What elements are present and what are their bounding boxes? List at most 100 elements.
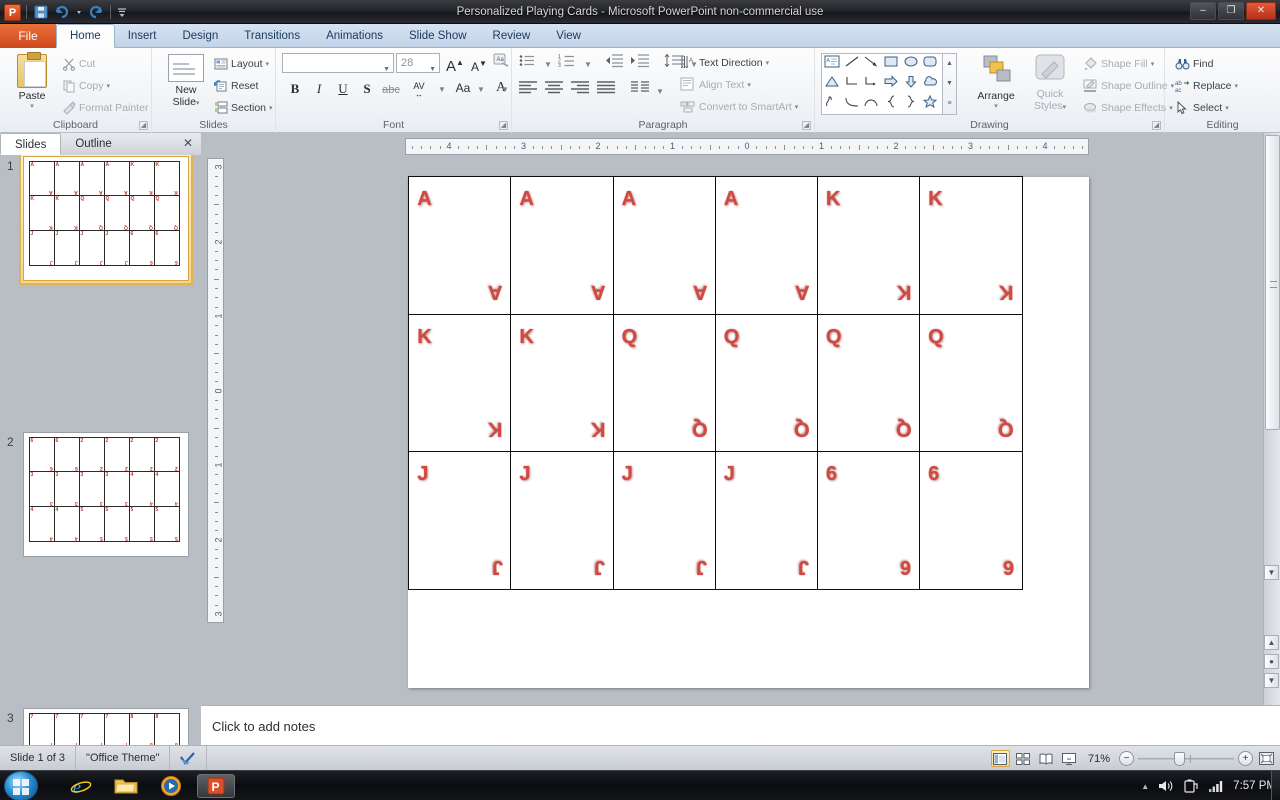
playing-card[interactable]: QQ [816,313,921,453]
tab-outline[interactable]: Outline [61,133,125,155]
shape-rounded-rect-icon[interactable] [922,55,942,74]
shape-scribble-icon[interactable] [824,95,844,114]
battery-icon[interactable] [1183,779,1199,793]
playing-card[interactable]: JJ [408,450,512,590]
shape-line-icon[interactable] [844,55,864,74]
format-painter-button[interactable]: Format Painter [62,99,148,116]
shape-cloud-icon[interactable] [922,75,942,94]
strikethrough-button[interactable]: abc [380,80,402,101]
underline-button[interactable]: U [332,78,354,99]
playing-card[interactable]: KK [510,313,615,453]
playing-card[interactable]: QQ [714,313,819,453]
text-shadow-button[interactable]: S [356,78,378,99]
cut-button[interactable]: Cut [62,55,95,72]
layout-caret-icon[interactable]: ▾ [266,60,270,68]
paste-caret-icon[interactable]: ▾ [8,102,56,110]
character-spacing-button[interactable]: AV ↔ [404,78,434,99]
reset-button[interactable]: Reset [214,77,258,94]
numbering-button[interactable]: 123 [558,53,582,74]
decrease-indent-button[interactable] [604,53,628,74]
start-button[interactable] [4,771,38,800]
text-direction-caret-icon[interactable]: ▾ [766,59,770,67]
tab-transitions[interactable]: Transitions [231,24,313,48]
section-button[interactable]: Section ▾ [214,99,273,116]
horizontal-ruler[interactable]: 4 3 2 1 0 1 2 3 4 [405,138,1089,155]
copy-button[interactable]: Copy ▾ [62,77,110,94]
font-size-chevron-down-icon[interactable]: ▼ [429,61,436,79]
clear-formatting-button[interactable]: Aa [492,52,514,73]
clipboard-dialog-launcher[interactable]: ◢ [139,121,148,130]
zoom-slider[interactable] [1138,751,1234,766]
close-pane-icon[interactable]: ✕ [181,136,195,150]
tab-insert[interactable]: Insert [115,24,170,48]
quick-styles-button[interactable]: Quick Styles▾ [1023,52,1077,112]
smartart-caret-icon[interactable]: ▾ [795,103,799,111]
shape-curve-icon[interactable] [844,95,864,114]
slide-sorter-view-button[interactable] [1014,750,1033,767]
shape-triangle-icon[interactable] [824,75,844,94]
playing-card[interactable]: KK [919,176,1023,316]
redo-icon[interactable] [87,3,105,21]
slide-thumbnail-2[interactable]: 2 666622222222333333334444444455555555 [0,431,201,571]
increase-indent-button[interactable] [630,53,654,74]
spellcheck-icon[interactable] [170,745,208,771]
reading-view-button[interactable] [1037,750,1056,767]
shrink-font-button[interactable]: A▼ [468,53,490,74]
justify-button[interactable] [596,80,622,101]
scrollbar-thumb[interactable] [1265,135,1280,430]
slide-navigation-dot[interactable]: ● [1264,654,1279,669]
shapes-gallery[interactable]: A [821,53,943,115]
playing-card[interactable]: AA [408,176,512,316]
shape-textbox-icon[interactable]: A [824,55,844,74]
tab-slides[interactable]: Slides [0,133,62,155]
fit-slide-to-window-button[interactable] [1257,750,1276,767]
gallery-more-icon[interactable]: ≡ [943,94,956,114]
playing-card[interactable]: JJ [612,450,717,590]
shape-outline-button[interactable]: Shape Outline ▾ [1083,77,1174,94]
show-hidden-icons-icon[interactable]: ▲ [1141,782,1149,791]
arrange-button[interactable]: Arrange ▾ [967,52,1025,110]
replace-caret-icon[interactable]: ▾ [1235,82,1239,90]
normal-view-button[interactable] [990,750,1010,767]
shape-rectangle-icon[interactable] [883,55,903,74]
save-icon[interactable] [32,3,50,21]
font-dialog-launcher[interactable]: ◢ [499,121,508,130]
tab-view[interactable]: View [543,24,594,48]
file-explorer-icon[interactable] [107,774,145,798]
tab-animations[interactable]: Animations [313,24,396,48]
slide-show-button[interactable] [1060,750,1079,767]
previous-slide-button[interactable]: ▲ [1264,635,1279,650]
tab-home[interactable]: Home [56,24,115,48]
shape-elbow-connector-icon[interactable] [844,75,864,94]
select-button[interactable]: Select ▾ [1175,99,1229,116]
show-desktop-button[interactable] [1271,771,1280,800]
playing-card[interactable]: AA [612,176,717,316]
zoom-out-button[interactable]: − [1119,751,1134,766]
maximize-button[interactable]: ❐ [1218,2,1244,20]
slide-canvas[interactable]: AAAAAAAAKKKKKKKKQQQQQQQQJJJJJJJJ6666 [408,176,1089,688]
new-slide-button[interactable]: New Slide▾ [160,54,212,108]
playing-card[interactable]: QQ [919,313,1023,453]
new-slide-caret-icon[interactable]: ▾ [196,100,200,107]
slide-counter[interactable]: Slide 1 of 3 [0,745,77,771]
font-name-input[interactable]: ▼ [282,53,394,73]
align-text-caret-icon[interactable]: ▾ [747,81,751,89]
vertical-ruler[interactable]: 3 2 1 0 1 2 3 [207,158,224,623]
columns-caret-icon[interactable]: ▼ [654,81,666,102]
quick-styles-caret-icon[interactable]: ▾ [1063,104,1067,111]
gallery-scroll-down-icon[interactable]: ▼ [943,74,956,94]
playing-card[interactable]: 66 [816,450,921,590]
playing-card[interactable]: JJ [510,450,615,590]
customize-qat-icon[interactable] [116,3,128,21]
network-icon[interactable] [1208,779,1224,793]
close-button[interactable]: ✕ [1246,2,1276,20]
vertical-scrollbar[interactable]: ▼ ▲ ● ▼ [1263,133,1280,705]
shape-effects-button[interactable]: Shape Effects ▾ [1083,99,1173,116]
align-text-button[interactable]: Align Text ▾ [680,76,751,93]
gallery-scroll-up-icon[interactable]: ▲ [943,54,956,74]
align-center-button[interactable] [544,80,570,101]
shape-arc-icon[interactable] [863,95,883,114]
shape-star-icon[interactable] [922,94,942,114]
copy-caret-icon[interactable]: ▾ [107,82,111,90]
notes-pane[interactable]: Click to add notes [201,705,1280,745]
